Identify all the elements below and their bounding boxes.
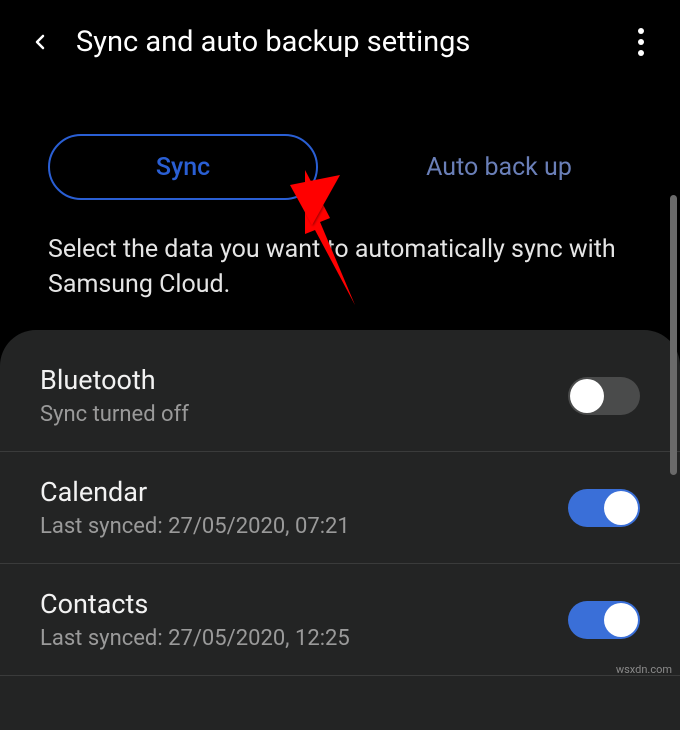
item-subtitle: Last synced: 27/05/2020, 12:25 [40,626,568,651]
tab-auto-backup[interactable]: Auto back up [366,134,632,200]
scroll-indicator[interactable] [670,195,677,475]
page-title: Sync and auto backup settings [76,25,606,59]
item-title: Bluetooth [40,364,568,396]
toggle-knob [604,603,638,637]
list-item[interactable]: Contacts Last synced: 27/05/2020, 12:25 [0,564,680,676]
settings-panel: Bluetooth Sync turned off Calendar Last … [0,330,680,730]
toggle-calendar[interactable] [568,489,640,527]
item-subtitle: Sync turned off [40,402,568,427]
item-text: Contacts Last synced: 27/05/2020, 12:25 [40,588,568,651]
item-title: Calendar [40,476,568,508]
more-options-icon[interactable] [626,20,656,64]
item-subtitle: Last synced: 27/05/2020, 07:21 [40,514,568,539]
item-text: Calendar Last synced: 27/05/2020, 07:21 [40,476,568,539]
toggle-contacts[interactable] [568,601,640,639]
tabs: Sync Auto back up [0,84,680,224]
back-icon[interactable] [24,30,56,54]
list-item[interactable]: Bluetooth Sync turned off [0,330,680,452]
sync-description: Select the data you want to automaticall… [0,224,680,330]
item-title: Contacts [40,588,568,620]
list-item[interactable]: Calendar Last synced: 27/05/2020, 07:21 [0,452,680,564]
toggle-bluetooth[interactable] [568,377,640,415]
item-text: Bluetooth Sync turned off [40,364,568,427]
header: Sync and auto backup settings [0,0,680,84]
toggle-knob [604,491,638,525]
toggle-knob [570,379,604,413]
watermark: wsxdn.com [616,663,672,676]
tab-sync[interactable]: Sync [48,134,318,200]
